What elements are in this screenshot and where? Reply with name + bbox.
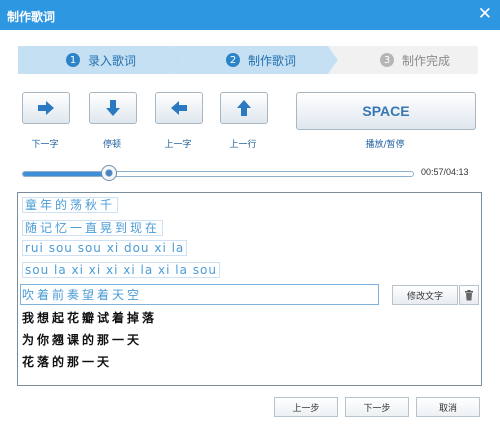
- previous-step-button[interactable]: 上一步: [274, 397, 338, 417]
- stop-button[interactable]: [89, 92, 137, 124]
- next-step-button[interactable]: 下一步: [345, 397, 409, 417]
- arrow-right-icon: [38, 101, 54, 115]
- delete-button[interactable]: [459, 285, 479, 305]
- step-3: 3 制作完成: [380, 46, 450, 74]
- progress-fill: [23, 172, 109, 176]
- step-1-number: 1: [66, 53, 80, 67]
- close-icon[interactable]: ✕: [478, 4, 492, 24]
- step-3-number: 3: [380, 53, 394, 67]
- trash-icon: [465, 289, 473, 300]
- step-3-label: 制作完成: [402, 53, 451, 68]
- step-2: 2 制作歌词: [226, 46, 296, 74]
- edit-text-button[interactable]: 修改文字: [392, 285, 458, 305]
- lyric-line: 我想起花瓣试着掉落: [22, 311, 158, 325]
- arrow-down-icon: [106, 100, 120, 116]
- arrow-left-icon: [171, 101, 187, 115]
- step-1-label: 录入歌词: [88, 53, 137, 68]
- space-play-pause-button[interactable]: SPACE: [296, 92, 476, 130]
- lyric-line: 童年的荡秋千: [22, 196, 119, 213]
- prev-char-button[interactable]: [155, 92, 203, 124]
- progress-track[interactable]: [22, 171, 414, 177]
- title-bar: 制作歌词 ✕: [0, 0, 500, 30]
- progress-thumb[interactable]: [100, 165, 117, 181]
- step-2-number: 2: [226, 53, 240, 67]
- lyric-line: 花落的那一天: [22, 355, 113, 369]
- lyric-line: 为你翘课的那一天: [22, 333, 143, 347]
- time-readout: 00:57/04:13: [421, 167, 469, 177]
- window-title: 制作歌词: [7, 10, 56, 24]
- next-char-button[interactable]: [22, 92, 70, 124]
- step-2-label: 制作歌词: [248, 53, 297, 68]
- prev-char-label: 上一字: [164, 140, 192, 150]
- next-char-label: 下一字: [31, 140, 59, 150]
- step-1: 1 录入歌词: [66, 46, 136, 74]
- cancel-button[interactable]: 取消: [416, 397, 480, 417]
- lyric-line: sou la xi xi xi xi la xi la sou: [22, 262, 220, 280]
- play-pause-label: 播放/暂停: [365, 140, 405, 150]
- lyric-line: 随记忆一直晃到现在: [22, 219, 164, 236]
- arrow-up-icon: [237, 100, 251, 116]
- lyric-line: rui sou sou xi dou xi la: [22, 240, 188, 258]
- stop-label: 停顿: [102, 140, 121, 150]
- prev-line-button[interactable]: [220, 92, 268, 124]
- current-lyric-line: 吹着前奏望着天空: [22, 288, 143, 302]
- prev-line-label: 上一行: [229, 140, 257, 150]
- lyrics-editor[interactable]: 童年的荡秋千 随记忆一直晃到现在 rui sou sou xi dou xi l…: [17, 192, 482, 386]
